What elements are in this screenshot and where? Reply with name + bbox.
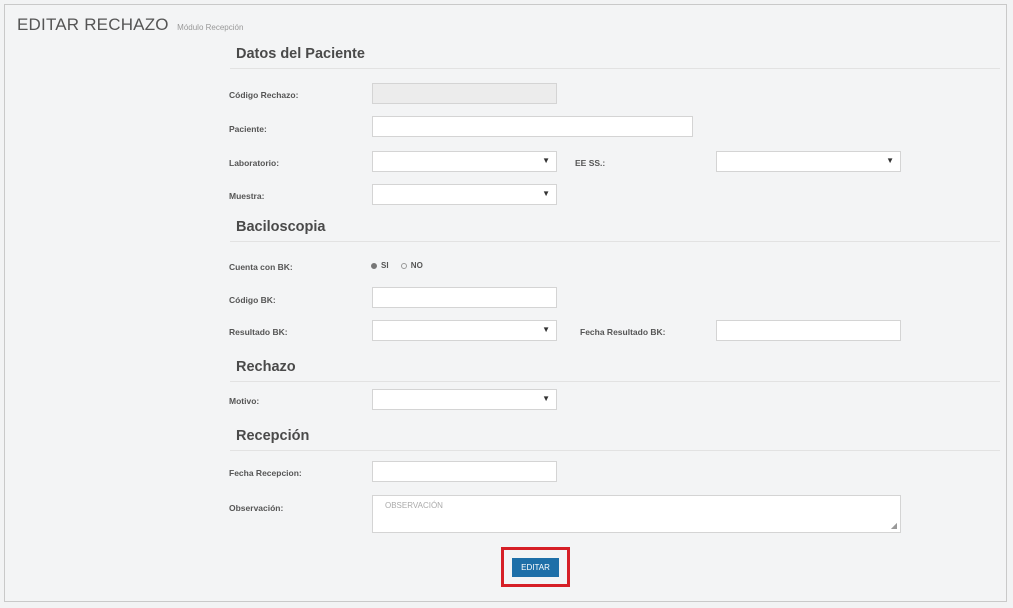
fecha-resultado-bk-label: Fecha Resultado BK: [580, 327, 666, 337]
codigo-bk-label: Código BK: [229, 295, 276, 305]
codigo-rechazo-label: Código Rechazo: [229, 90, 299, 100]
section-divider [230, 68, 1000, 69]
resize-grip-icon[interactable]: ◢ [891, 521, 897, 530]
chevron-down-icon: ▼ [542, 325, 550, 334]
muestra-label: Muestra: [229, 191, 265, 201]
cuenta-bk-radio-group: SI NO [371, 261, 433, 270]
muestra-select[interactable]: ▼ [372, 184, 557, 205]
section-bk-title: Baciloscopia [236, 219, 326, 235]
ee-ss-label: EE SS.: [575, 158, 606, 168]
paciente-field[interactable] [372, 116, 693, 137]
laboratorio-select[interactable]: ▼ [372, 151, 557, 172]
cuenta-bk-label: Cuenta con BK: [229, 262, 293, 272]
radio-no[interactable] [400, 262, 407, 269]
observacion-textarea[interactable]: OBSERVACIÓN ◢ [372, 495, 901, 533]
radio-si[interactable] [371, 262, 377, 269]
chevron-down-icon: ▼ [542, 156, 550, 165]
observacion-placeholder: OBSERVACIÓN [385, 501, 443, 510]
fecha-recepcion-field[interactable] [372, 461, 557, 482]
section-divider [230, 241, 1000, 242]
observacion-label: Observación: [229, 503, 284, 513]
main-panel: EDITAR RECHAZO Módulo Recepción Datos de… [4, 4, 1007, 602]
section-reception-title: Recepción [236, 428, 310, 444]
paciente-label: Paciente: [229, 124, 267, 134]
page-header: EDITAR RECHAZO Módulo Recepción [17, 15, 243, 35]
page-title: EDITAR RECHAZO [17, 15, 169, 34]
edit-button[interactable]: EDITAR [512, 558, 559, 577]
chevron-down-icon: ▼ [886, 156, 894, 165]
motivo-select[interactable]: ▼ [372, 389, 557, 410]
section-divider [230, 450, 1000, 451]
ee-ss-select[interactable]: ▼ [716, 151, 901, 172]
chevron-down-icon: ▼ [542, 394, 550, 403]
edit-button-highlight: EDITAR [501, 547, 570, 587]
radio-si-label: SI [381, 261, 389, 271]
chevron-down-icon: ▼ [542, 189, 550, 198]
section-rejection-title: Rechazo [236, 359, 296, 375]
section-patient-title: Datos del Paciente [236, 46, 365, 62]
resultado-bk-select[interactable]: ▼ [372, 320, 557, 341]
fecha-resultado-bk-field[interactable] [716, 320, 901, 341]
codigo-rechazo-field [372, 83, 557, 104]
resultado-bk-label: Resultado BK: [229, 327, 288, 337]
codigo-bk-field[interactable] [372, 287, 557, 308]
section-divider [230, 381, 1000, 382]
page-subtitle: Módulo Recepción [177, 23, 244, 32]
fecha-recepcion-label: Fecha Recepcion: [229, 468, 302, 478]
motivo-label: Motivo: [229, 396, 260, 406]
radio-no-label: NO [410, 261, 423, 271]
laboratorio-label: Laboratorio: [229, 158, 280, 168]
